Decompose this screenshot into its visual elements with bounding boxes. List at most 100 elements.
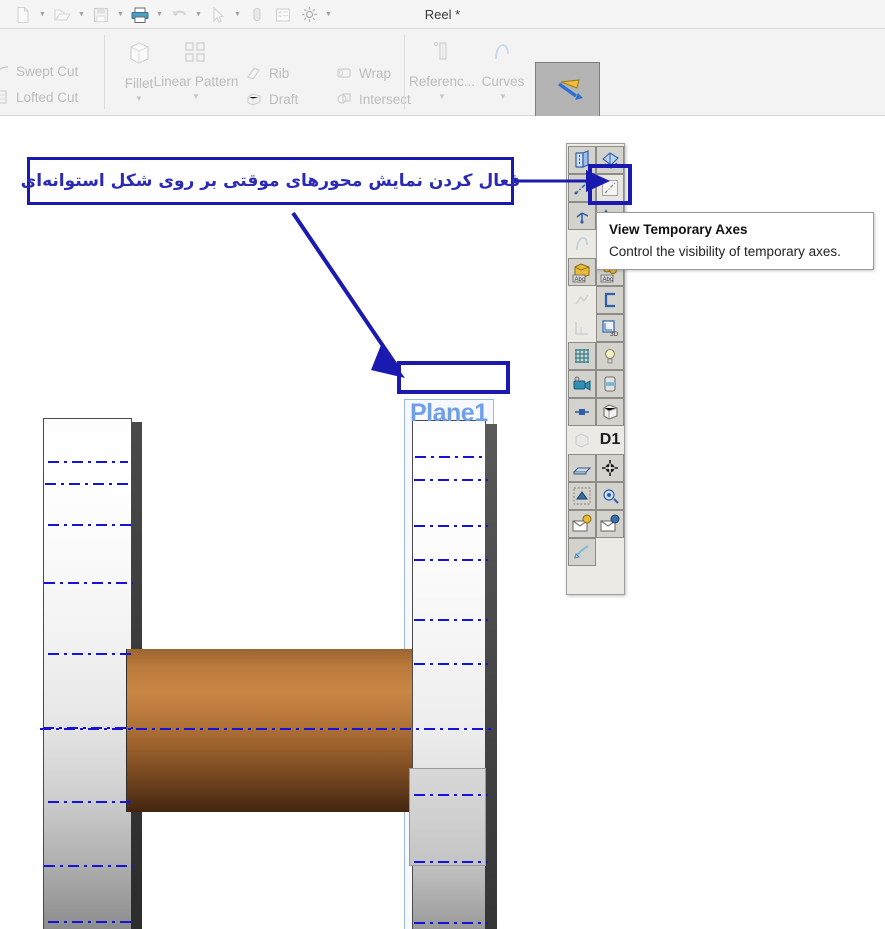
intersect-icon — [335, 90, 353, 108]
temporary-axis — [48, 921, 133, 923]
undo-arrow-icon[interactable] — [166, 2, 192, 28]
options-caret-icon[interactable]: ▼ — [322, 2, 335, 28]
print-caret-icon[interactable]: ▼ — [153, 2, 166, 28]
temporary-axis — [45, 483, 133, 485]
title-bar: ▼ ▼ ▼ ▼ ▼ ▼ — [0, 0, 885, 29]
annotation-note-box: فعال کردن نمایش محورهای موقتی بر روی شکل… — [27, 157, 514, 205]
view-origins-icon[interactable] — [568, 202, 596, 230]
temporary-axis — [48, 801, 133, 803]
rib-button[interactable]: Rib — [245, 60, 299, 86]
temporary-axis — [44, 582, 133, 584]
rib-label: Rib — [269, 66, 289, 81]
temporary-axis — [414, 479, 488, 481]
open-folder-caret-icon[interactable]: ▼ — [75, 2, 88, 28]
properties-list-icon[interactable] — [270, 2, 296, 28]
view-dimension-names-icon[interactable]: D1 — [596, 426, 624, 454]
hide-show-items-flyout[interactable]: Abc Abc 3D — [566, 143, 625, 595]
printer-icon[interactable] — [127, 2, 153, 28]
tooltip-title: View Temporary Axes — [609, 220, 861, 239]
new-file-icon[interactable] — [10, 2, 36, 28]
solidworks-window: ▼ ▼ ▼ ▼ ▼ ▼ — [0, 0, 885, 929]
linear-pattern-button[interactable]: Linear Pattern ▼ — [150, 33, 242, 111]
open-folder-icon[interactable] — [49, 2, 75, 28]
undo-caret-icon[interactable]: ▼ — [192, 2, 205, 28]
temporary-axis — [414, 525, 488, 527]
view-grid-icon[interactable] — [568, 342, 596, 370]
view-sensor-icon[interactable] — [596, 482, 624, 510]
gear-icon[interactable] — [296, 2, 322, 28]
temporary-axis — [48, 653, 133, 655]
new-file-caret-icon[interactable]: ▼ — [36, 2, 49, 28]
view-cameras-icon[interactable] — [568, 370, 596, 398]
reference-geometry-button[interactable]: Referenc... ▼ — [408, 33, 476, 111]
svg-text:3D: 3D — [610, 331, 619, 338]
temporary-axis — [48, 461, 128, 463]
flyout-icon-grid: Abc Abc 3D — [568, 146, 626, 566]
temporary-axis-central — [40, 728, 495, 730]
linear-pattern-label: Linear Pattern — [154, 74, 239, 89]
plane1-label[interactable]: Plane1 — [410, 399, 488, 428]
hide-all-types-icon[interactable] — [568, 510, 596, 538]
swept-cut-label: Swept Cut — [16, 64, 78, 79]
cursor-arrow-icon[interactable] — [205, 2, 231, 28]
view-center-marks-icon[interactable] — [596, 454, 624, 482]
svg-text:Abc: Abc — [603, 277, 613, 283]
select-caret-icon[interactable]: ▼ — [231, 2, 244, 28]
swept-cut-icon — [0, 63, 10, 79]
reference-geometry-dropdown-caret-icon[interactable]: ▼ — [438, 92, 446, 101]
rebuild-icon[interactable] — [244, 2, 270, 28]
view-flat-pattern-icon[interactable] — [568, 454, 596, 482]
view-decals-icon[interactable] — [568, 538, 596, 566]
reel-hub-cylinder[interactable] — [126, 649, 419, 812]
fillet-dropdown-caret-icon[interactable]: ▼ — [135, 94, 143, 103]
temporary-axis — [44, 865, 133, 867]
reel-right-flange-side — [485, 424, 497, 929]
curves-icon — [490, 39, 516, 70]
fillet-label: Fillet — [125, 76, 154, 91]
intersect-button[interactable]: Intersect — [335, 86, 411, 112]
save-disk-icon[interactable] — [88, 2, 114, 28]
tooltip-description: Control the visibility of temporary axes… — [609, 242, 861, 261]
tooltip: View Temporary Axes Control the visibili… — [596, 212, 874, 270]
save-caret-icon[interactable]: ▼ — [114, 2, 127, 28]
temporary-axis — [414, 619, 488, 621]
lofted-cut-button[interactable]: Lofted Cut — [0, 84, 97, 110]
draft-label: Draft — [269, 92, 298, 107]
view-center-of-mass-icon[interactable] — [568, 398, 596, 426]
curves-dropdown-caret-icon[interactable]: ▼ — [499, 92, 507, 101]
view-curves-icon[interactable] — [568, 230, 596, 258]
view-bounding-box-icon[interactable] — [596, 398, 624, 426]
reel-right-flange-selected-face[interactable] — [409, 768, 486, 866]
view-mesh-icon[interactable] — [568, 482, 596, 510]
linear-pattern-dropdown-caret-icon[interactable]: ▼ — [192, 92, 200, 101]
curves-label: Curves — [482, 74, 525, 89]
view-toolbar: s ▼ ▼ — [0, 116, 885, 149]
show-all-types-icon[interactable] — [596, 510, 624, 538]
reel-left-flange[interactable] — [43, 418, 132, 929]
view-sketch-relations-icon[interactable] — [568, 286, 596, 314]
view-lights-icon[interactable] — [596, 342, 624, 370]
view-weldment-cut-list-icon[interactable] — [568, 426, 596, 454]
swept-cut-button[interactable]: Swept Cut — [0, 58, 97, 84]
dimension-name-label: D1 — [600, 431, 620, 449]
draft-icon — [245, 90, 263, 108]
wrap-button[interactable]: Wrap — [335, 60, 411, 86]
view-routing-points-icon[interactable] — [596, 370, 624, 398]
linear-pattern-icon — [181, 39, 211, 70]
temporary-axis — [414, 794, 488, 796]
draft-button[interactable]: Draft — [245, 86, 299, 112]
ribbon-divider-2 — [404, 35, 405, 109]
reference-geometry-icon — [428, 39, 456, 70]
view-3d-sketch-planes-icon[interactable]: 3D — [596, 314, 624, 342]
highlight-rect-model — [397, 361, 510, 394]
svg-text:Abc: Abc — [575, 277, 585, 283]
rib-icon — [245, 64, 263, 82]
ribbon-divider-1 — [104, 35, 105, 109]
temporary-axis — [414, 559, 488, 561]
wrap-label: Wrap — [359, 66, 391, 81]
view-sketch-dimension-names-icon[interactable] — [568, 314, 596, 342]
temporary-axis — [48, 524, 133, 526]
view-parting-lines-icon[interactable] — [596, 286, 624, 314]
view-all-annotations-icon[interactable]: Abc — [568, 258, 596, 286]
curves-button[interactable]: Curves ▼ — [477, 33, 529, 111]
